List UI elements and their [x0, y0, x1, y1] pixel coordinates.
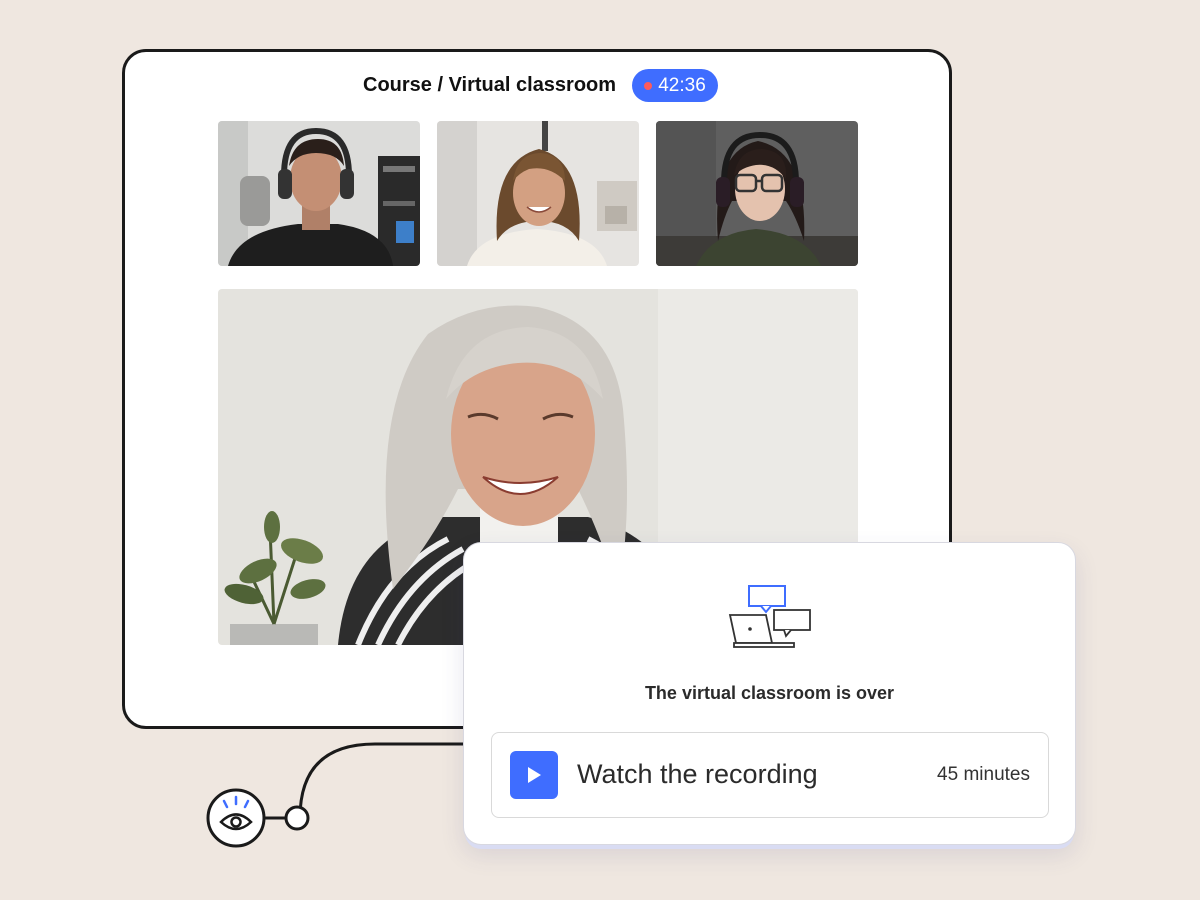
laptop-chat-icon — [728, 585, 811, 648]
participant-tile-1[interactable] — [218, 121, 420, 266]
recording-timer-badge: 42:36 — [632, 69, 718, 102]
recording-label: Watch the recording — [577, 759, 818, 789]
participant-video-1 — [218, 121, 420, 266]
page-title: Course / Virtual classroom — [363, 74, 617, 96]
participant-video-2 — [437, 121, 639, 266]
recording-card: The virtual classroom is over Watch the … — [463, 542, 1076, 845]
classroom-over-message: The virtual classroom is over — [644, 683, 895, 703]
participant-tile-2[interactable] — [437, 121, 639, 266]
timer-text: 42:36 — [658, 74, 706, 96]
recording-duration: 45 minutes — [937, 764, 1030, 785]
eye-icon — [206, 788, 266, 848]
participant-video-3 — [656, 121, 858, 266]
play-button[interactable] — [510, 751, 558, 799]
participant-tile-3[interactable] — [656, 121, 858, 266]
play-icon — [528, 767, 541, 783]
watch-recording-button[interactable]: Watch the recording 45 minutes — [491, 732, 1049, 818]
recording-dot-icon — [644, 81, 653, 90]
